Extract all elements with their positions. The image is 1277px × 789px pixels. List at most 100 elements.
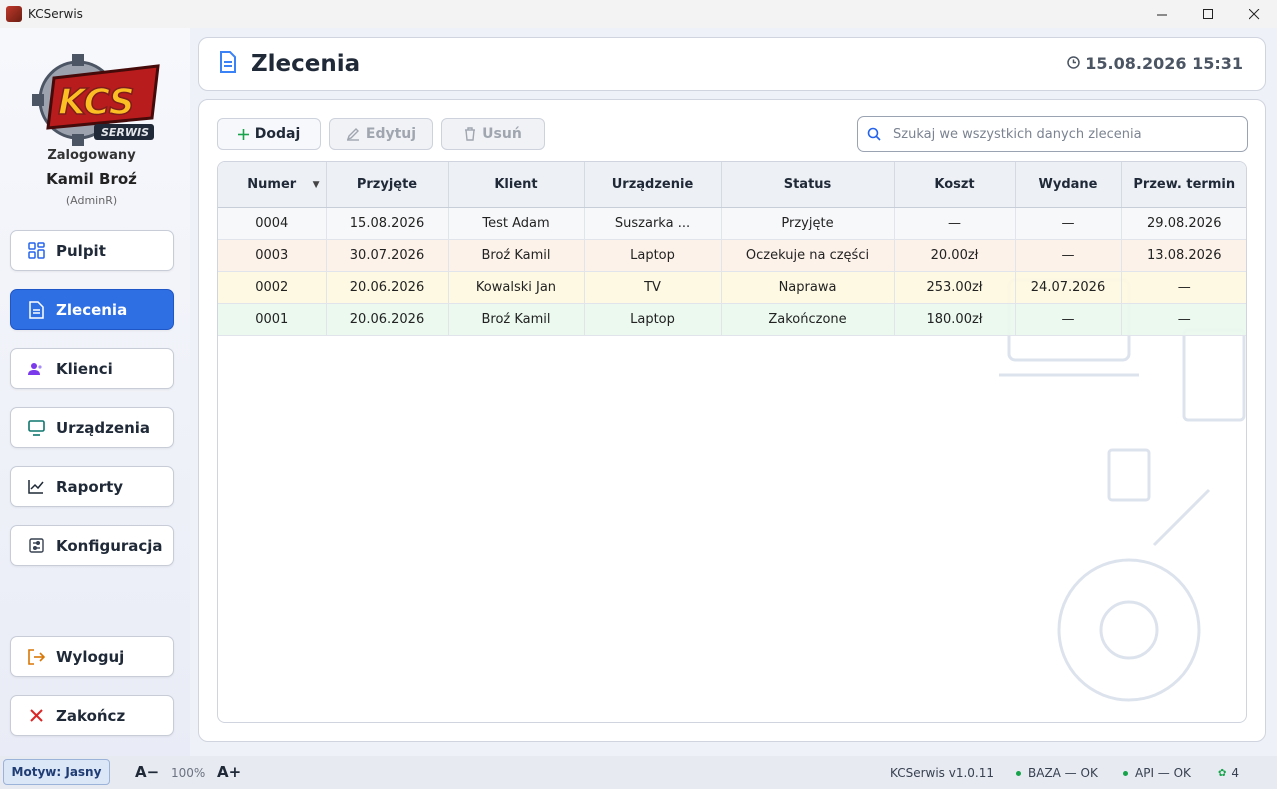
- table-row[interactable]: 0001 20.06.2026 Broź Kamil Laptop Zakońc…: [218, 303, 1246, 336]
- cell-przew-termin: —: [1121, 303, 1246, 336]
- column-header-przyjete[interactable]: Przyjęte: [326, 162, 449, 208]
- clock-icon: [1067, 54, 1081, 73]
- font-decrease-button[interactable]: A−: [135, 763, 159, 781]
- online-users: ✿ 4: [1218, 766, 1240, 780]
- api-status: API — OK: [1123, 766, 1191, 780]
- dashboard-icon: [27, 242, 45, 260]
- column-header-numer[interactable]: Numer ▼: [218, 162, 327, 208]
- theme-toggle-button[interactable]: Motyw: Jasny: [3, 759, 110, 785]
- column-header-wydane[interactable]: Wydane: [1015, 162, 1122, 208]
- cell-status: Oczekuje na części: [721, 239, 895, 272]
- datetime-text: 15.08.2026 15:31: [1085, 54, 1243, 73]
- cell-urzadzenie: Laptop: [584, 239, 722, 272]
- document-icon: [219, 50, 237, 78]
- cell-koszt: 20.00zł: [894, 239, 1016, 272]
- settings-sliders-icon: [27, 537, 45, 555]
- sidebar-item-label: Konfiguracja: [56, 536, 163, 555]
- plus-icon: [237, 128, 249, 140]
- zoom-level: 100%: [171, 766, 206, 780]
- monitor-icon: [27, 419, 45, 437]
- exit-button[interactable]: Zakończ: [10, 695, 174, 736]
- search-box[interactable]: [857, 116, 1248, 152]
- add-label: Dodaj: [254, 126, 301, 142]
- cell-wydane: —: [1015, 207, 1122, 240]
- sidebar-item-zlecenia[interactable]: Zlecenia: [10, 289, 174, 330]
- sidebar-item-label: Raporty: [56, 477, 124, 496]
- window-title: KCSerwis: [28, 7, 83, 21]
- status-dot-icon: [1016, 770, 1021, 776]
- edit-button[interactable]: Edytuj: [329, 118, 433, 150]
- cell-klient: Broź Kamil: [448, 239, 585, 272]
- users-online-icon: ✿: [1218, 767, 1227, 779]
- app-version: KCSerwis v1.0.11: [890, 766, 995, 780]
- sidebar-item-klienci[interactable]: Klienci: [10, 348, 174, 389]
- cell-przyjete: 15.08.2026: [326, 207, 449, 240]
- column-header-koszt[interactable]: Koszt: [894, 162, 1016, 208]
- cell-numer: 0004: [218, 207, 327, 240]
- logged-in-label: Zalogowany: [47, 148, 136, 163]
- cell-przew-termin: 29.08.2026: [1121, 207, 1246, 240]
- close-icon: [27, 707, 45, 725]
- exit-label: Zakończ: [56, 706, 126, 725]
- minimize-button[interactable]: [1139, 0, 1185, 28]
- maximize-icon: [1202, 8, 1213, 19]
- cell-wydane: 24.07.2026: [1015, 271, 1122, 304]
- logout-icon: [27, 648, 45, 666]
- cell-numer: 0001: [218, 303, 327, 336]
- edit-label: Edytuj: [365, 126, 417, 142]
- chart-icon: [27, 478, 45, 496]
- users-icon: [27, 360, 45, 378]
- column-header-przew-termin[interactable]: Przew. termin: [1121, 162, 1246, 208]
- cell-urzadzenie: Laptop: [584, 303, 722, 336]
- title-bar: KCSerwis: [0, 0, 1277, 28]
- column-header-status[interactable]: Status: [721, 162, 895, 208]
- logout-button[interactable]: Wyloguj: [10, 636, 174, 677]
- datetime-display: 15.08.2026 15:31: [1067, 54, 1243, 73]
- cell-klient: Test Adam: [448, 207, 585, 240]
- sidebar-item-pulpit[interactable]: Pulpit: [10, 230, 174, 271]
- cell-klient: Kowalski Jan: [448, 271, 585, 304]
- cell-przew-termin: 13.08.2026: [1121, 239, 1246, 272]
- add-button[interactable]: Dodaj: [217, 118, 321, 150]
- orders-table: Numer ▼ Przyjęte Klient Urządzenie Status…: [217, 161, 1247, 723]
- cell-urzadzenie: Suszarka ...: [584, 207, 722, 240]
- cell-koszt: —: [894, 207, 1016, 240]
- app-icon: [6, 6, 22, 22]
- cell-koszt: 180.00zł: [894, 303, 1016, 336]
- page-header: Zlecenia 15.08.2026 15:31: [198, 37, 1266, 91]
- table-row[interactable]: 0003 30.07.2026 Broź Kamil Laptop Oczeku…: [218, 239, 1246, 272]
- page-title: Zlecenia: [251, 51, 361, 77]
- sidebar-item-label: Urządzenia: [56, 418, 151, 437]
- search-icon: [867, 127, 881, 141]
- cell-status: Przyjęte: [721, 207, 895, 240]
- table-row[interactable]: 0004 15.08.2026 Test Adam Suszarka ... P…: [218, 207, 1246, 240]
- orders-panel: Dodaj Edytuj Usuń Numer▼ Przyjęte: [198, 99, 1266, 742]
- cell-przyjete: 20.06.2026: [326, 271, 449, 304]
- cell-wydane: —: [1015, 239, 1122, 272]
- column-header-klient[interactable]: Klient: [448, 162, 585, 208]
- logo: KCS SERWIS: [28, 48, 164, 152]
- status-bar: Motyw: Jasny A− 100% A+ KCSerwis v1.0.11…: [0, 756, 1277, 789]
- maximize-button[interactable]: [1185, 0, 1231, 28]
- column-header-urzadzenie[interactable]: Urządzenie: [584, 162, 722, 208]
- user-name: Kamil Broź: [46, 170, 137, 188]
- cell-wydane: —: [1015, 303, 1122, 336]
- cell-przyjete: 30.07.2026: [326, 239, 449, 272]
- font-increase-button[interactable]: A+: [217, 763, 241, 781]
- cell-numer: 0003: [218, 239, 327, 272]
- sidebar: KCS SERWIS Zalogowany Kamil Broź (AdminR…: [0, 28, 190, 756]
- close-icon: [1248, 8, 1259, 19]
- close-window-button[interactable]: [1231, 0, 1277, 28]
- status-dot-icon: [1123, 770, 1128, 776]
- svg-text:KCS: KCS: [58, 82, 135, 123]
- delete-button[interactable]: Usuń: [441, 118, 545, 150]
- sidebar-item-label: Pulpit: [56, 241, 106, 260]
- cell-przew-termin: —: [1121, 271, 1246, 304]
- sidebar-item-raporty[interactable]: Raporty: [10, 466, 174, 507]
- sidebar-item-label: Klienci: [56, 359, 113, 378]
- sidebar-item-urzadzenia[interactable]: Urządzenia: [10, 407, 174, 448]
- table-row[interactable]: 0002 20.06.2026 Kowalski Jan TV Naprawa …: [218, 271, 1246, 304]
- cell-klient: Broź Kamil: [448, 303, 585, 336]
- sidebar-item-konfiguracja[interactable]: Konfiguracja: [10, 525, 174, 566]
- search-input[interactable]: [893, 126, 1233, 142]
